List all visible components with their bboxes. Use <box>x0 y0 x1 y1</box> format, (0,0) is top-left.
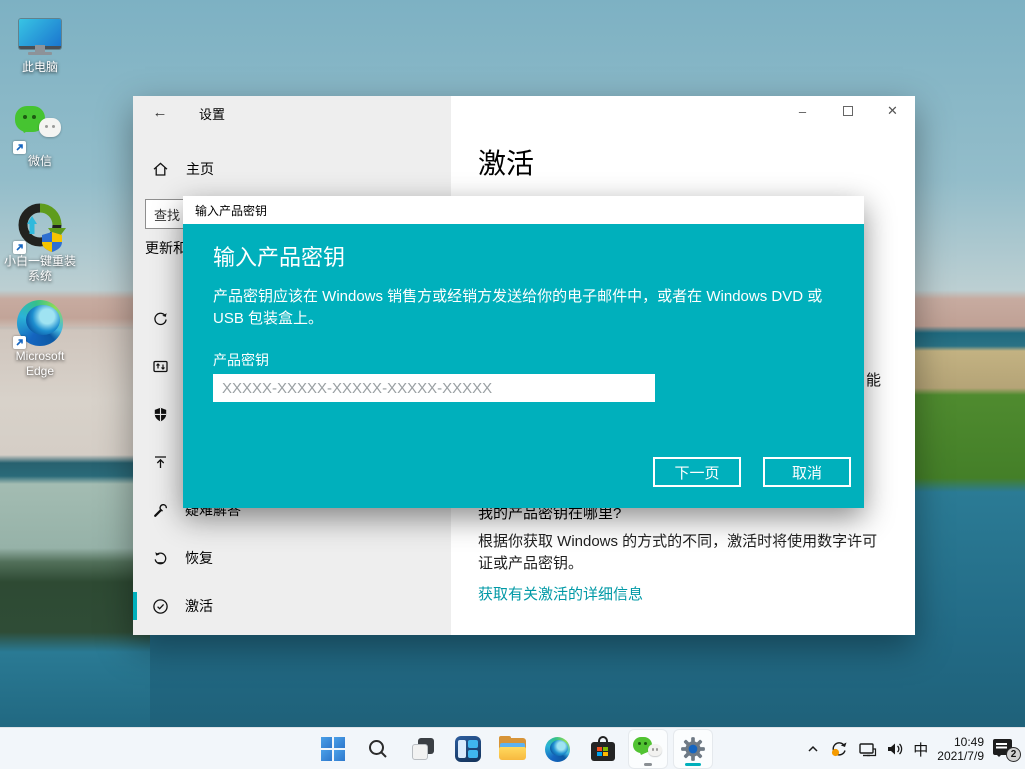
widgets-button[interactable] <box>449 730 487 768</box>
file-explorer-button[interactable] <box>494 730 532 768</box>
product-key-label: 产品密钥 <box>213 350 269 370</box>
dialog-heading: 输入产品密钥 <box>213 240 345 272</box>
desktop-icon-xiaobai[interactable]: 小白一键重装 系统 <box>1 202 79 284</box>
gear-icon <box>680 736 706 762</box>
window-title: 设置 <box>199 104 225 123</box>
store-icon <box>590 736 616 762</box>
system-tray: 中 10:49 2021/7/9 2 <box>806 728 1019 769</box>
desktop-icon-edge[interactable]: Microsoft Edge <box>1 297 79 379</box>
clock[interactable]: 10:49 2021/7/9 <box>937 735 984 763</box>
page-title: 激活 <box>478 142 534 182</box>
edge-button[interactable] <box>539 730 577 768</box>
close-button[interactable]: ✕ <box>870 96 915 126</box>
check-circle-icon <box>152 598 169 615</box>
sidebar-home-label: 主页 <box>186 159 214 179</box>
sidebar-item-recovery[interactable]: 恢复 <box>133 534 451 582</box>
clock-date: 2021/7/9 <box>937 749 984 763</box>
cancel-button[interactable]: 取消 <box>763 457 851 487</box>
desktop-icon-label: 微信 <box>28 154 52 168</box>
activation-description: 根据你获取 Windows 的方式的不同，激活时将使用数字许可证或产品密钥。 <box>478 531 882 574</box>
desktop-icon-label2: 系统 <box>1 269 79 284</box>
microsoft-store-button[interactable] <box>584 730 622 768</box>
this-pc-icon <box>1 8 79 60</box>
wechat-taskbar-button[interactable] <box>629 730 667 768</box>
notification-center-button[interactable]: 2 <box>993 737 1019 761</box>
edge-icon <box>545 737 570 762</box>
desktop-icon-wechat[interactable]: 微信 <box>1 102 79 169</box>
desktop-icon-label2: Edge <box>1 364 79 379</box>
edge-icon <box>1 297 79 349</box>
hidden-icons-chevron[interactable] <box>806 742 820 756</box>
sync-icon <box>152 310 169 327</box>
desktop-icon-label: 小白一键重装 <box>1 254 79 269</box>
maximize-button[interactable] <box>825 96 870 126</box>
widgets-icon <box>455 736 481 762</box>
desktop-icon-label: 此电脑 <box>22 60 58 74</box>
sidebar-item-home[interactable]: 主页 <box>133 154 451 184</box>
minimize-button[interactable]: – <box>780 96 825 126</box>
home-icon <box>152 161 169 178</box>
folder-icon <box>499 738 526 760</box>
next-button[interactable]: 下一页 <box>653 457 741 487</box>
network-icon[interactable] <box>858 741 877 758</box>
enter-product-key-dialog: 输入产品密钥 输入产品密钥 产品密钥应该在 Windows 销售方或经销方发送给… <box>183 196 864 508</box>
volume-icon[interactable] <box>886 741 904 757</box>
search-button[interactable] <box>359 730 397 768</box>
product-key-input[interactable] <box>213 374 655 402</box>
wrench-icon <box>152 502 169 519</box>
windows-logo-icon <box>321 737 345 761</box>
notification-badge: 2 <box>1006 747 1021 762</box>
settings-taskbar-button[interactable] <box>674 730 712 768</box>
shortcut-arrow-icon <box>13 241 26 254</box>
desktop-icon-this-pc[interactable]: 此电脑 <box>1 8 79 75</box>
notification-icon-tail <box>996 754 1002 760</box>
xiaobai-reinstall-icon <box>1 202 79 254</box>
recovery-icon <box>152 550 169 567</box>
shield-icon <box>152 406 169 423</box>
covered-text-fragment: 能 <box>866 369 881 390</box>
dialog-instructions: 产品密钥应该在 Windows 销售方或经销方发送给你的电子邮件中，或者在 Wi… <box>213 286 845 330</box>
taskbar: 中 10:49 2021/7/9 2 <box>0 727 1025 769</box>
sidebar-item-activation[interactable]: 激活 <box>133 582 451 630</box>
delivery-optimization-icon <box>152 358 169 375</box>
running-indicator <box>644 763 652 766</box>
task-view-button[interactable] <box>404 730 442 768</box>
dialog-body: 输入产品密钥 产品密钥应该在 Windows 销售方或经销方发送给你的电子邮件中… <box>183 224 864 508</box>
desktop-screen: 此电脑 微信 小白一键重装 系统 <box>0 0 1025 769</box>
dialog-titlebar: 输入产品密钥 <box>183 196 864 224</box>
wechat-icon <box>633 735 663 763</box>
desktop-icon-label: Microsoft <box>1 349 79 364</box>
window-controls: – ✕ <box>780 96 915 126</box>
search-icon <box>366 737 390 761</box>
ime-indicator[interactable]: 中 <box>913 739 928 760</box>
back-arrow-icon[interactable]: ← <box>149 101 171 123</box>
taskbar-center <box>314 728 712 769</box>
active-app-indicator <box>685 763 701 766</box>
wechat-icon <box>1 102 79 154</box>
maximize-icon <box>843 106 853 116</box>
activation-info-link[interactable]: 获取有关激活的详细信息 <box>478 583 643 604</box>
backup-icon <box>152 454 169 471</box>
shortcut-arrow-icon <box>13 336 26 349</box>
task-view-icon <box>411 737 435 761</box>
sync-tray-icon[interactable] <box>829 739 849 759</box>
clock-time: 10:49 <box>937 735 984 749</box>
start-button[interactable] <box>314 730 352 768</box>
shortcut-arrow-icon <box>13 141 26 154</box>
